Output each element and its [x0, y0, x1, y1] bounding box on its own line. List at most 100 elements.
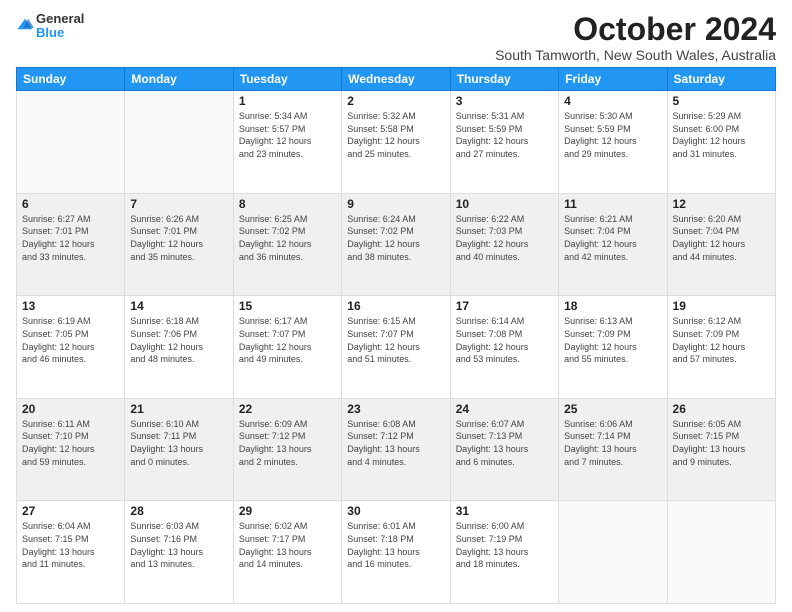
- day-info: Sunrise: 5:31 AM Sunset: 5:59 PM Dayligh…: [456, 110, 553, 160]
- calendar-week-row: 20 Sunrise: 6:11 AM Sunset: 7:10 PM Dayli…: [17, 398, 776, 501]
- day-info: Sunrise: 6:09 AM Sunset: 7:12 PM Dayligh…: [239, 418, 336, 468]
- day-info: Sunrise: 6:21 AM Sunset: 7:04 PM Dayligh…: [564, 213, 661, 263]
- logo-blue: Blue: [36, 26, 84, 40]
- day-info: Sunrise: 6:26 AM Sunset: 7:01 PM Dayligh…: [130, 213, 227, 263]
- day-number: 10: [456, 197, 553, 211]
- day-number: 23: [347, 402, 444, 416]
- calendar-cell: 31 Sunrise: 6:00 AM Sunset: 7:19 PM Dayli…: [450, 501, 558, 604]
- calendar-cell: 18 Sunrise: 6:13 AM Sunset: 7:09 PM Dayli…: [559, 296, 667, 399]
- month-title: October 2024: [495, 12, 776, 47]
- day-number: 17: [456, 299, 553, 313]
- day-info: Sunrise: 6:12 AM Sunset: 7:09 PM Dayligh…: [673, 315, 770, 365]
- calendar-table: SundayMondayTuesdayWednesdayThursdayFrid…: [16, 67, 776, 604]
- calendar-cell: [125, 91, 233, 194]
- calendar-cell: 10 Sunrise: 6:22 AM Sunset: 7:03 PM Dayli…: [450, 193, 558, 296]
- calendar-cell: 16 Sunrise: 6:15 AM Sunset: 7:07 PM Dayli…: [342, 296, 450, 399]
- day-number: 20: [22, 402, 119, 416]
- day-number: 28: [130, 504, 227, 518]
- day-number: 30: [347, 504, 444, 518]
- title-block: October 2024 South Tamworth, New South W…: [495, 12, 776, 63]
- day-info: Sunrise: 6:13 AM Sunset: 7:09 PM Dayligh…: [564, 315, 661, 365]
- day-number: 24: [456, 402, 553, 416]
- day-number: 14: [130, 299, 227, 313]
- day-number: 31: [456, 504, 553, 518]
- calendar-cell: [17, 91, 125, 194]
- calendar-cell: 5 Sunrise: 5:29 AM Sunset: 6:00 PM Daylig…: [667, 91, 775, 194]
- calendar-cell: 12 Sunrise: 6:20 AM Sunset: 7:04 PM Dayli…: [667, 193, 775, 296]
- day-info: Sunrise: 6:00 AM Sunset: 7:19 PM Dayligh…: [456, 520, 553, 570]
- day-info: Sunrise: 6:20 AM Sunset: 7:04 PM Dayligh…: [673, 213, 770, 263]
- calendar-cell: 7Sunrise: 6:26 AM Sunset: 7:01 PM Daylig…: [125, 193, 233, 296]
- calendar-cell: 20 Sunrise: 6:11 AM Sunset: 7:10 PM Dayli…: [17, 398, 125, 501]
- calendar-cell: 13 Sunrise: 6:19 AM Sunset: 7:05 PM Dayli…: [17, 296, 125, 399]
- day-number: 22: [239, 402, 336, 416]
- weekday-header-wednesday: Wednesday: [342, 68, 450, 91]
- calendar-cell: 6 Sunrise: 6:27 AM Sunset: 7:01 PM Daylig…: [17, 193, 125, 296]
- day-info: Sunrise: 6:17 AM Sunset: 7:07 PM Dayligh…: [239, 315, 336, 365]
- day-number: 12: [673, 197, 770, 211]
- day-number: 6: [22, 197, 119, 211]
- calendar-cell: 15 Sunrise: 6:17 AM Sunset: 7:07 PM Dayli…: [233, 296, 341, 399]
- day-info: Sunrise: 6:04 AM Sunset: 7:15 PM Dayligh…: [22, 520, 119, 570]
- calendar-cell: 28Sunrise: 6:03 AM Sunset: 7:16 PM Dayli…: [125, 501, 233, 604]
- calendar-cell: 4 Sunrise: 5:30 AM Sunset: 5:59 PM Daylig…: [559, 91, 667, 194]
- day-info: Sunrise: 6:24 AM Sunset: 7:02 PM Dayligh…: [347, 213, 444, 263]
- day-info: Sunrise: 6:01 AM Sunset: 7:18 PM Dayligh…: [347, 520, 444, 570]
- day-info: Sunrise: 6:11 AM Sunset: 7:10 PM Dayligh…: [22, 418, 119, 468]
- calendar-cell: 14 Sunrise: 6:18 AM Sunset: 7:06 PM Dayli…: [125, 296, 233, 399]
- day-number: 1: [239, 94, 336, 108]
- day-info: Sunrise: 6:08 AM Sunset: 7:12 PM Dayligh…: [347, 418, 444, 468]
- day-info: Sunrise: 6:27 AM Sunset: 7:01 PM Dayligh…: [22, 213, 119, 263]
- day-number: 18: [564, 299, 661, 313]
- calendar-cell: 21Sunrise: 6:10 AM Sunset: 7:11 PM Dayli…: [125, 398, 233, 501]
- calendar-week-row: 1 Sunrise: 5:34 AM Sunset: 5:57 PM Daylig…: [17, 91, 776, 194]
- day-info: Sunrise: 6:14 AM Sunset: 7:08 PM Dayligh…: [456, 315, 553, 365]
- day-info: Sunrise: 6:05 AM Sunset: 7:15 PM Dayligh…: [673, 418, 770, 468]
- logo-icon: [16, 15, 34, 33]
- calendar-cell: 27 Sunrise: 6:04 AM Sunset: 7:15 PM Dayli…: [17, 501, 125, 604]
- calendar-cell: 2Sunrise: 5:32 AM Sunset: 5:58 PM Daylig…: [342, 91, 450, 194]
- day-info: Sunrise: 5:29 AM Sunset: 6:00 PM Dayligh…: [673, 110, 770, 160]
- day-info: Sunrise: 6:07 AM Sunset: 7:13 PM Dayligh…: [456, 418, 553, 468]
- calendar-cell: 30 Sunrise: 6:01 AM Sunset: 7:18 PM Dayli…: [342, 501, 450, 604]
- day-info: Sunrise: 6:18 AM Sunset: 7:06 PM Dayligh…: [130, 315, 227, 365]
- day-number: 4: [564, 94, 661, 108]
- day-info: Sunrise: 5:30 AM Sunset: 5:59 PM Dayligh…: [564, 110, 661, 160]
- weekday-header-saturday: Saturday: [667, 68, 775, 91]
- calendar-cell: 29Sunrise: 6:02 AM Sunset: 7:17 PM Dayli…: [233, 501, 341, 604]
- day-info: Sunrise: 6:02 AM Sunset: 7:17 PM Dayligh…: [239, 520, 336, 570]
- day-number: 16: [347, 299, 444, 313]
- day-number: 2: [347, 94, 444, 108]
- day-number: 26: [673, 402, 770, 416]
- calendar-cell: [559, 501, 667, 604]
- weekday-header-sunday: Sunday: [17, 68, 125, 91]
- weekday-header-friday: Friday: [559, 68, 667, 91]
- location-subtitle: South Tamworth, New South Wales, Austral…: [495, 47, 776, 63]
- day-info: Sunrise: 6:10 AM Sunset: 7:11 PM Dayligh…: [130, 418, 227, 468]
- calendar-cell: 3Sunrise: 5:31 AM Sunset: 5:59 PM Daylig…: [450, 91, 558, 194]
- weekday-header-row: SundayMondayTuesdayWednesdayThursdayFrid…: [17, 68, 776, 91]
- calendar-cell: 19Sunrise: 6:12 AM Sunset: 7:09 PM Dayli…: [667, 296, 775, 399]
- day-number: 9: [347, 197, 444, 211]
- day-info: Sunrise: 5:34 AM Sunset: 5:57 PM Dayligh…: [239, 110, 336, 160]
- day-number: 27: [22, 504, 119, 518]
- calendar-week-row: 13 Sunrise: 6:19 AM Sunset: 7:05 PM Dayli…: [17, 296, 776, 399]
- calendar-week-row: 27 Sunrise: 6:04 AM Sunset: 7:15 PM Dayli…: [17, 501, 776, 604]
- day-number: 13: [22, 299, 119, 313]
- calendar-cell: 1 Sunrise: 5:34 AM Sunset: 5:57 PM Daylig…: [233, 91, 341, 194]
- calendar-cell: 26 Sunrise: 6:05 AM Sunset: 7:15 PM Dayli…: [667, 398, 775, 501]
- calendar-cell: 22 Sunrise: 6:09 AM Sunset: 7:12 PM Dayli…: [233, 398, 341, 501]
- day-info: Sunrise: 6:15 AM Sunset: 7:07 PM Dayligh…: [347, 315, 444, 365]
- day-number: 25: [564, 402, 661, 416]
- day-number: 5: [673, 94, 770, 108]
- calendar-cell: 9 Sunrise: 6:24 AM Sunset: 7:02 PM Daylig…: [342, 193, 450, 296]
- day-info: Sunrise: 6:25 AM Sunset: 7:02 PM Dayligh…: [239, 213, 336, 263]
- calendar-cell: 25Sunrise: 6:06 AM Sunset: 7:14 PM Dayli…: [559, 398, 667, 501]
- calendar-cell: 17 Sunrise: 6:14 AM Sunset: 7:08 PM Dayli…: [450, 296, 558, 399]
- day-number: 15: [239, 299, 336, 313]
- calendar-cell: 24 Sunrise: 6:07 AM Sunset: 7:13 PM Dayli…: [450, 398, 558, 501]
- page: General Blue October 2024 South Tamworth…: [0, 0, 792, 612]
- day-info: Sunrise: 6:22 AM Sunset: 7:03 PM Dayligh…: [456, 213, 553, 263]
- day-info: Sunrise: 6:19 AM Sunset: 7:05 PM Dayligh…: [22, 315, 119, 365]
- calendar-cell: [667, 501, 775, 604]
